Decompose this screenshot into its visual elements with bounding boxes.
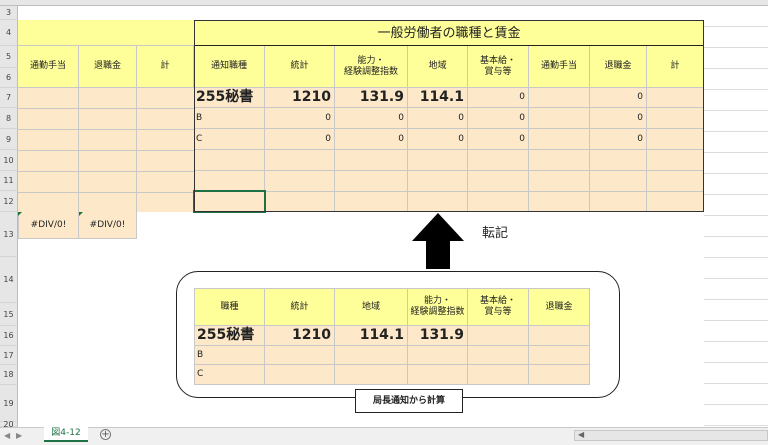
header-ability[interactable]: 能力・ 経験調整指数 xyxy=(335,46,408,88)
lower-row1-stat[interactable]: 1210 xyxy=(265,326,335,346)
row-header-13[interactable]: 13 xyxy=(0,212,18,257)
column-header-bar xyxy=(0,0,768,6)
header-job[interactable]: 通知職種 xyxy=(194,46,265,88)
row-header-4[interactable]: 4 xyxy=(0,20,18,46)
header-retirement[interactable]: 退職金 xyxy=(590,46,647,88)
lower-row3-cells[interactable] xyxy=(265,365,590,385)
row3-total[interactable] xyxy=(647,129,704,150)
row-header-18[interactable]: 18 xyxy=(0,365,18,385)
error-indicator-1 xyxy=(18,212,22,216)
row3-job[interactable]: C xyxy=(194,129,265,150)
row-header-10[interactable]: 10 xyxy=(0,150,18,171)
row3-stat[interactable]: 0 xyxy=(265,129,335,150)
div-error-retirement[interactable]: #DIV/0! xyxy=(79,212,137,239)
row-header-3[interactable]: 3 xyxy=(0,6,18,20)
row3-base[interactable]: 0 xyxy=(468,129,529,150)
lower-header-job[interactable]: 職種 xyxy=(194,288,265,326)
row2-total[interactable] xyxy=(647,108,704,129)
header-base[interactable]: 基本給・ 賞与等 xyxy=(468,46,529,88)
lower-row1-base[interactable] xyxy=(468,326,529,346)
lower-row3-job[interactable]: C xyxy=(194,365,265,385)
header-stat[interactable]: 統計 xyxy=(265,46,335,88)
empty-grid-area xyxy=(704,6,768,427)
row2-ability[interactable]: 0 xyxy=(335,108,408,129)
lower-header-ability[interactable]: 能力・ 経験調整指数 xyxy=(408,288,468,326)
row-header-12[interactable]: 12 xyxy=(0,191,18,212)
lower-row1-area[interactable]: 114.1 xyxy=(335,326,408,346)
lower-row1-retirement[interactable] xyxy=(529,326,590,346)
row-header-6[interactable]: 6 xyxy=(0,68,18,88)
row-header-7[interactable]: 7 xyxy=(0,88,18,108)
left-header-total[interactable]: 計 xyxy=(137,46,194,88)
row3-area[interactable]: 0 xyxy=(408,129,468,150)
sheet-tab-active[interactable]: 図4-12 xyxy=(44,427,88,442)
div-error-commute[interactable]: #DIV/0! xyxy=(18,212,79,239)
row3-retirement[interactable]: 0 xyxy=(590,129,647,150)
row-header-11[interactable]: 11 xyxy=(0,171,18,191)
lower-header-retirement[interactable]: 退職金 xyxy=(529,288,590,326)
left-header-band xyxy=(18,20,194,46)
row2-stat[interactable]: 0 xyxy=(265,108,335,129)
header-total[interactable]: 計 xyxy=(647,46,704,88)
row1-stat[interactable]: 1210 xyxy=(265,88,335,108)
row1-retirement[interactable]: 0 xyxy=(590,88,647,108)
row2-job[interactable]: B xyxy=(194,108,265,129)
lower-header-area[interactable]: 地域 xyxy=(335,288,408,326)
add-sheet-button[interactable]: + xyxy=(100,429,111,440)
row2-base[interactable]: 0 xyxy=(468,108,529,129)
tab-nav-right-icon[interactable]: ▶ xyxy=(16,431,22,440)
row-header-16[interactable]: 16 xyxy=(0,326,18,346)
horizontal-scrollbar[interactable] xyxy=(574,430,768,441)
row3-commute[interactable] xyxy=(529,129,590,150)
row-header-14[interactable]: 14 xyxy=(0,257,18,303)
row-header-9[interactable]: 9 xyxy=(0,129,18,150)
row-header-15[interactable]: 15 xyxy=(0,303,18,326)
row-header-19[interactable]: 19 xyxy=(0,385,18,422)
row2-area[interactable]: 0 xyxy=(408,108,468,129)
row2-commute[interactable] xyxy=(529,108,590,129)
row1-job[interactable]: 255秘書 xyxy=(194,88,265,108)
lower-header-stat[interactable]: 統計 xyxy=(265,288,335,326)
transfer-label: 転記 xyxy=(482,226,509,241)
lower-header-base[interactable]: 基本給・ 賞与等 xyxy=(468,288,529,326)
tab-nav-left-icon[interactable]: ◀ xyxy=(4,431,10,440)
left-header-retirement[interactable]: 退職金 xyxy=(79,46,137,88)
up-arrow-icon xyxy=(412,213,464,269)
row1-area[interactable]: 114.1 xyxy=(408,88,468,108)
header-area[interactable]: 地域 xyxy=(408,46,468,88)
row1-base[interactable]: 0 xyxy=(468,88,529,108)
row3-ability[interactable]: 0 xyxy=(335,129,408,150)
main-title[interactable]: 一般労働者の職種と賃金 xyxy=(194,20,704,46)
error-indicator-2 xyxy=(79,212,83,216)
row-header-5[interactable]: 5 xyxy=(0,46,18,68)
lower-row2-job[interactable]: B xyxy=(194,346,265,365)
calc-label: 局長通知から計算 xyxy=(355,389,463,413)
row-header-8[interactable]: 8 xyxy=(0,108,18,129)
main-empty-rows[interactable] xyxy=(194,150,704,212)
scroll-left-icon[interactable]: ◀ xyxy=(578,430,584,439)
left-header-commute[interactable]: 通勤手当 xyxy=(18,46,79,88)
left-data-block[interactable] xyxy=(18,88,194,212)
row2-retirement[interactable]: 0 xyxy=(590,108,647,129)
row1-commute[interactable] xyxy=(529,88,590,108)
row1-total[interactable] xyxy=(647,88,704,108)
row-header-17[interactable]: 17 xyxy=(0,346,18,365)
header-commute[interactable]: 通勤手当 xyxy=(529,46,590,88)
lower-row1-job[interactable]: 255秘書 xyxy=(194,326,265,346)
lower-row2-cells[interactable] xyxy=(265,346,590,365)
selected-cell[interactable] xyxy=(193,190,266,213)
lower-row1-ability[interactable]: 131.9 xyxy=(408,326,468,346)
row1-ability[interactable]: 131.9 xyxy=(335,88,408,108)
